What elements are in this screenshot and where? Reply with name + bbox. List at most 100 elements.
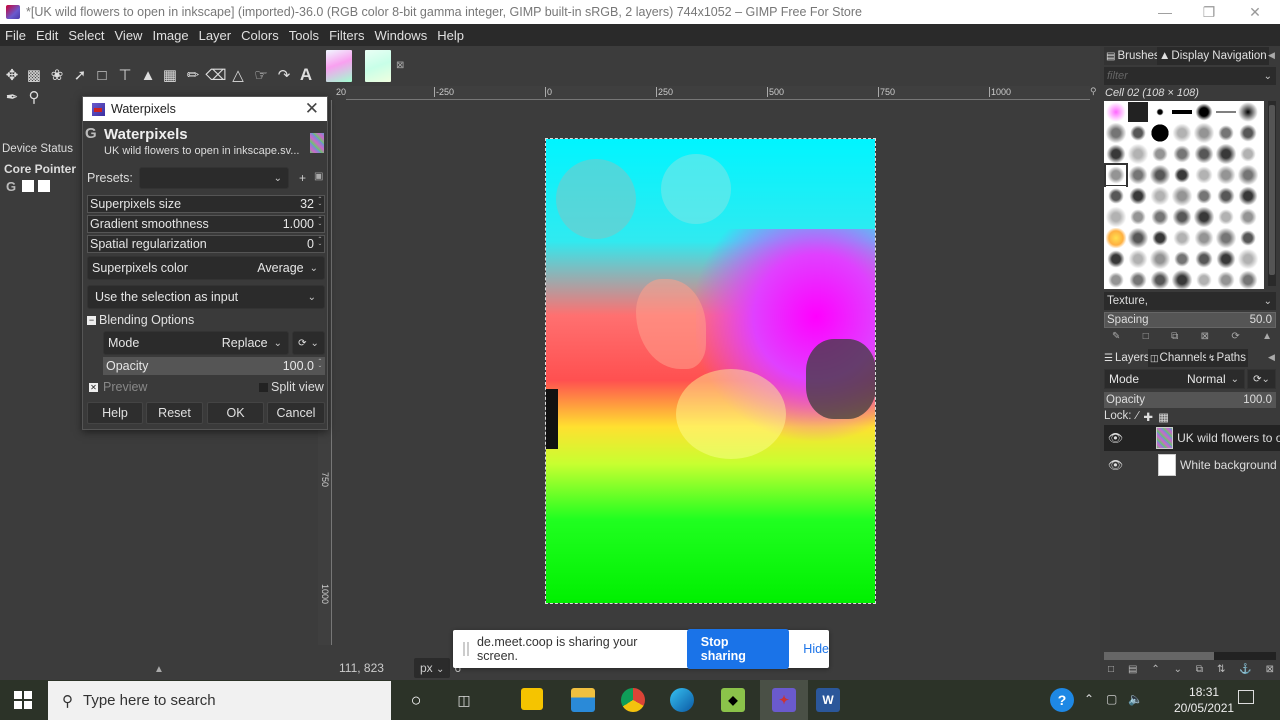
layers-hscrollbar[interactable] xyxy=(1104,652,1276,660)
bg-color-swatch[interactable] xyxy=(38,180,50,192)
spatial-regularization-field[interactable]: Spatial regularization 0 ˆˇ xyxy=(87,235,325,253)
brush-thumbnail[interactable] xyxy=(1150,165,1170,185)
brush-thumbnail[interactable] xyxy=(1172,270,1192,289)
brush-thumbnail[interactable] xyxy=(1216,270,1236,289)
spin-arrows-icon[interactable]: ˆˇ xyxy=(316,237,324,252)
spacing-value[interactable]: 50.0 xyxy=(1250,314,1275,326)
brush-thumbnail[interactable] xyxy=(1106,102,1126,122)
opacity-field[interactable]: Opacity 100.0 ˆˇ xyxy=(103,357,325,375)
task-view-icon[interactable]: ◫ xyxy=(452,688,476,712)
volume-icon[interactable]: 🔈 xyxy=(1128,692,1143,706)
reset-button[interactable]: Reset xyxy=(146,402,203,424)
brush-thumbnail[interactable] xyxy=(1172,207,1192,227)
anchor-layer-icon[interactable]: ⚓ xyxy=(1239,664,1251,675)
brush-thumbnail[interactable] xyxy=(1238,165,1258,185)
brush-thumbnail[interactable] xyxy=(1238,144,1258,164)
layer-opacity-value[interactable]: 100.0 xyxy=(1243,394,1276,406)
brush-thumbnail[interactable] xyxy=(1106,228,1126,248)
hide-button[interactable]: Hide xyxy=(803,642,829,656)
lock-alpha-icon[interactable]: ▦ xyxy=(1158,410,1169,424)
tab-channels[interactable]: ◫ Channels xyxy=(1148,349,1211,367)
brush-thumbnail[interactable] xyxy=(1106,207,1126,227)
new-brush-icon[interactable]: □ xyxy=(1143,331,1149,342)
eraser-tool-icon[interactable]: ⌫ xyxy=(205,64,227,86)
superpixels-size-field[interactable]: Superpixels size 32 ˆˇ xyxy=(87,195,325,213)
layers-dock-menu-icon[interactable]: ◀ xyxy=(1268,352,1275,363)
paintbrush-tool-icon[interactable]: ✏ xyxy=(182,64,204,86)
layer-row[interactable]: 👁 UK wild flowers to op xyxy=(1104,425,1280,451)
layer-mode-dropdown[interactable]: Mode Normal ⌄ xyxy=(1104,369,1245,389)
tab-paths[interactable]: ↯ Paths xyxy=(1206,349,1248,367)
brush-thumbnail[interactable] xyxy=(1128,102,1148,122)
superpixels-color-dropdown[interactable]: Superpixels color Average ⌄ xyxy=(87,256,325,280)
fuzzy-select-tool-icon[interactable]: ➚ xyxy=(69,64,91,86)
duplicate-layer-icon[interactable]: ⧉ xyxy=(1196,664,1203,675)
duplicate-brush-icon[interactable]: ⧉ xyxy=(1171,331,1178,342)
brush-thumbnail[interactable] xyxy=(1128,123,1148,143)
refresh-brush-icon[interactable]: ⟳ xyxy=(1231,331,1239,342)
move-tool-icon[interactable]: ✥ xyxy=(1,64,23,86)
menu-select[interactable]: Select xyxy=(63,28,109,43)
image-canvas[interactable] xyxy=(545,138,876,604)
notifications-icon[interactable] xyxy=(1238,690,1254,704)
brush-scrollbar[interactable] xyxy=(1268,101,1276,286)
lock-position-icon[interactable]: ✚ xyxy=(1143,410,1153,424)
brush-thumbnail[interactable] xyxy=(1194,186,1214,206)
brush-thumbnail[interactable] xyxy=(1172,186,1192,206)
delete-layer-icon[interactable]: ⊠ xyxy=(1266,664,1274,675)
menu-view[interactable]: View xyxy=(110,28,148,43)
chrome-icon[interactable] xyxy=(621,688,645,712)
brush-thumbnail[interactable] xyxy=(1216,165,1236,185)
word-icon[interactable]: W xyxy=(816,688,840,712)
brush-thumbnail[interactable] xyxy=(1150,207,1170,227)
warp-transform-tool-icon[interactable]: ▲ xyxy=(137,64,159,86)
unit-selector[interactable]: px ⌄ xyxy=(413,658,451,678)
minimize-icon[interactable]: — xyxy=(1142,0,1188,24)
gradient-tool-icon[interactable]: ▦ xyxy=(159,64,181,86)
free-select-tool-icon[interactable]: ❀ xyxy=(46,64,68,86)
brush-thumbnail[interactable] xyxy=(1238,207,1258,227)
delete-brush-icon[interactable]: ⊠ xyxy=(1201,331,1209,342)
menu-filters[interactable]: Filters xyxy=(324,28,369,43)
lower-layer-icon[interactable]: ⌄ xyxy=(1174,664,1182,675)
brush-thumbnail[interactable] xyxy=(1194,228,1214,248)
zoom-tool-icon[interactable]: ⚲ xyxy=(23,86,45,108)
visibility-eye-icon[interactable]: 👁 xyxy=(1108,431,1126,445)
brush-thumbnail[interactable] xyxy=(1194,123,1214,143)
brush-tag-input[interactable]: Texture, ⌄ xyxy=(1104,292,1276,310)
brush-thumbnail[interactable] xyxy=(1216,123,1236,143)
spin-arrows-icon[interactable]: ˆˇ xyxy=(316,359,324,374)
brush-thumbnail[interactable] xyxy=(1172,228,1192,248)
edge-icon[interactable] xyxy=(670,688,694,712)
brush-thumbnail[interactable] xyxy=(1194,270,1214,289)
brush-grid[interactable] xyxy=(1104,101,1264,289)
image-tab-1[interactable] xyxy=(326,50,352,82)
inkscape-icon[interactable]: ◆ xyxy=(721,688,745,712)
ok-button[interactable]: OK xyxy=(207,402,264,424)
clone-tool-icon[interactable]: △ xyxy=(227,64,249,86)
brush-thumbnail[interactable] xyxy=(1216,102,1236,122)
help-button[interactable]: Help xyxy=(87,402,143,424)
spacing-field[interactable]: Spacing 50.0 xyxy=(1104,312,1276,328)
brush-thumbnail[interactable] xyxy=(1150,186,1170,206)
opacity-value[interactable]: 100.0 xyxy=(283,359,316,373)
menu-windows[interactable]: Windows xyxy=(369,28,432,43)
rect-select-tool-icon[interactable]: ▩ xyxy=(23,64,45,86)
cortana-icon[interactable]: ○ xyxy=(404,688,428,712)
menu-tools[interactable]: Tools xyxy=(284,28,324,43)
brush-thumbnail[interactable] xyxy=(1194,102,1214,122)
sticky-notes-icon[interactable] xyxy=(521,688,543,710)
param-value[interactable]: 0 xyxy=(307,237,316,251)
edit-brush-icon[interactable]: ✎ xyxy=(1112,331,1120,342)
brush-filter-input[interactable]: filter ⌄ xyxy=(1104,67,1276,85)
restore-icon[interactable]: ❐ xyxy=(1186,0,1232,24)
windows-start-icon[interactable] xyxy=(14,691,32,709)
brush-thumbnail[interactable] xyxy=(1216,228,1236,248)
fg-color-swatch[interactable] xyxy=(22,180,34,192)
crop-tool-icon[interactable]: □ xyxy=(91,64,113,86)
brush-thumbnail[interactable] xyxy=(1172,249,1192,269)
blending-options-toggle[interactable]: − Blending Options xyxy=(87,313,194,327)
brush-thumbnail[interactable] xyxy=(1172,144,1192,164)
input-source-dropdown[interactable]: Use the selection as input ⌄ xyxy=(87,285,325,309)
brush-thumbnail[interactable] xyxy=(1194,165,1214,185)
